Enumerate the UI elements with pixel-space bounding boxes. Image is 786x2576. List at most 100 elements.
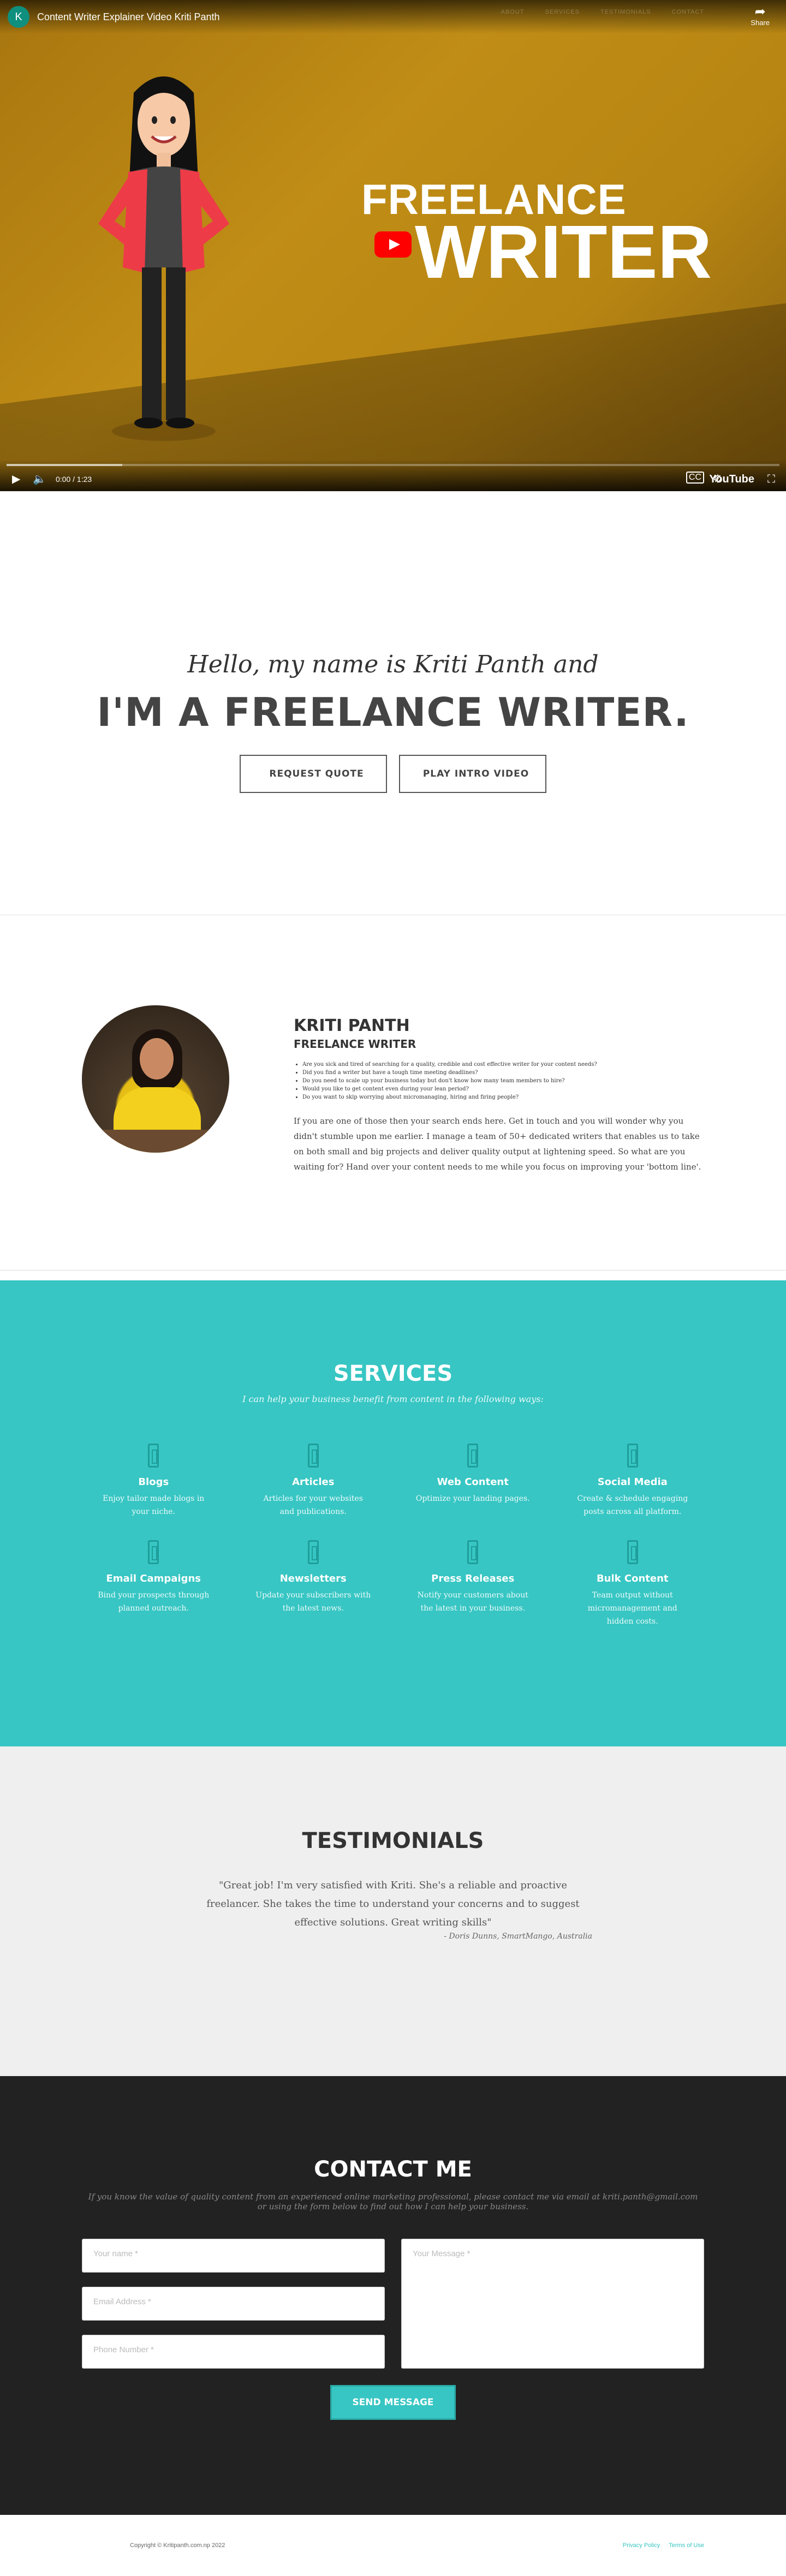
testimonials-title: TESTIMONIALS [302,1828,484,1853]
cartoon-writer-illustration [98,76,229,441]
service-title: Social Media [597,1476,668,1488]
list-item: Do you want to skip worrying about micro… [302,1093,708,1101]
captions-icon[interactable]: CC [686,472,704,484]
nav-item-about[interactable]: ABOUT [501,9,525,15]
service-desc: Enjoy tailor made blogs in your niche. [103,1494,205,1516]
service-desc: Team output without micromanagement and … [587,1591,677,1626]
service-desc: Update your subscribers with the latest … [255,1591,371,1613]
list-item: Did you find a writer but have a tough t… [302,1069,708,1077]
service-desc: Articles for your websites and publicati… [263,1494,363,1516]
service-card-articles: Articles Articles for your websites and … [234,1444,394,1518]
intro-section: Hello, my name is Kriti Panth and I'M A … [0,491,786,915]
mobile-icon [467,1444,479,1468]
service-card-blogs: Blogs Enjoy tailor made blogs in your ni… [74,1444,234,1518]
footer-links: Privacy Policy Terms of Use [623,2542,704,2549]
send-message-button[interactable]: SEND MESSAGE [330,2385,456,2420]
about-question-list: Are you sick and tired of searching for … [302,1060,708,1101]
video-progress-bar[interactable] [7,464,779,466]
service-desc: Create & schedule engaging posts across … [577,1494,688,1516]
nav-item-contact[interactable]: CONTACT [672,9,704,15]
mobile-icon [307,1444,319,1468]
service-title: Newsletters [279,1573,347,1584]
video-topbar: K Content Writer Explainer Video Kriti P… [0,0,786,34]
share-label: Share [751,19,770,27]
video-progress-fill [7,464,123,466]
service-title: Web Content [437,1476,509,1488]
service-card-press-releases: Press Releases Notify your customers abo… [393,1540,553,1628]
service-title: Email Campaigns [106,1573,201,1584]
about-paragraph: If you are one of those then your search… [294,1116,701,1172]
about-section: KRITI PANTH FREELANCE WRITER Are you sic… [0,915,786,1271]
service-card-email-campaigns: Email Campaigns Bind your prospects thro… [74,1540,234,1628]
privacy-policy-link[interactable]: Privacy Policy [623,2542,660,2549]
request-quote-button[interactable]: REQUEST QUOTE [240,755,387,793]
list-item: Would you like to get content even durin… [302,1085,708,1093]
video-time: 0:00 / 1:23 [56,475,92,484]
list-item: Do you need to scale up your business to… [302,1077,708,1085]
about-text: KRITI PANTH FREELANCE WRITER Are you sic… [294,1016,708,1174]
testimonial-author: - Doris Dunns, SmartMango, Australia [444,1932,592,1941]
list-item: Are you sick and tired of searching for … [302,1060,708,1069]
photo-face [140,1038,174,1080]
footer: Copyright © Kritipanth.com.np 2022 Priva… [0,2515,786,2576]
mobile-icon [627,1540,638,1564]
intro-subtitle: Hello, my name is Kriti Panth and [187,651,599,678]
play-intro-video-button[interactable]: PLAY INTRO VIDEO [399,755,546,793]
copyright-text: Copyright © Kritipanth.com.np 2022 [130,2542,225,2549]
video-title-link[interactable]: Content Writer Explainer Video Kriti Pan… [37,11,220,23]
service-desc: Notify your customers about the latest i… [417,1591,528,1613]
intro-title: I'M A FREELANCE WRITER. [97,689,689,735]
email-field[interactable]: Email Address * [82,2287,385,2321]
service-card-newsletters: Newsletters Update your subscribers with… [234,1540,394,1628]
service-card-social-media: Social Media Create & schedule engaging … [553,1444,713,1518]
service-card-bulk-content: Bulk Content Team output without microma… [553,1540,713,1628]
service-title: Blogs [138,1476,169,1488]
services-section: SERVICES I can help your business benefi… [0,1280,786,1746]
about-role: FREELANCE WRITER [294,1037,416,1051]
intro-buttons: REQUEST QUOTE PLAY INTRO VIDEO [0,755,786,793]
services-title: SERVICES [333,1361,453,1386]
service-title: Bulk Content [596,1573,669,1584]
message-field[interactable]: Your Message * [401,2239,704,2369]
contact-title: CONTACT ME [314,2157,472,2182]
testimonial-quote: "Great job! I'm very satisfied with Krit… [206,1880,580,1928]
youtube-play-icon[interactable] [374,231,412,258]
contact-form: Your name * Email Address * Phone Number… [82,2239,704,2369]
service-title: Articles [292,1476,335,1488]
video-player[interactable]: FREELANCE WRITER K Content Writer Explai… [0,0,786,491]
service-card-web-content: Web Content Optimize your landing pages. [393,1444,553,1518]
play-intro-video-label: PLAY INTRO VIDEO [422,768,529,779]
fullscreen-icon[interactable]: ⛶ [767,473,775,486]
terms-of-use-link[interactable]: Terms of Use [669,2542,704,2549]
nav-item-testimonials[interactable]: TESTIMONIALS [600,9,651,15]
nav-item-services[interactable]: SERVICES [545,9,580,15]
volume-icon[interactable]: 🔈 [33,472,46,486]
channel-avatar[interactable]: K [8,6,29,28]
testimonials-section: TESTIMONIALS "Great job! I'm very satisf… [0,1746,786,2076]
service-title: Press Releases [431,1573,515,1584]
about-name: KRITI PANTH [294,1016,410,1035]
mobile-icon [148,1444,159,1468]
video-controls-bar: ▶ 🔈 0:00 / 1:23 CC ⚙ YouTube ⛶ [0,460,786,491]
video-headline-writer: WRITER [415,210,712,294]
share-arrow-icon: ➦ [754,4,766,19]
service-desc: Bind your prospects through planned outr… [98,1591,210,1613]
faded-site-nav: ABOUT SERVICES TESTIMONIALS CONTACT [501,9,704,15]
request-quote-label: REQUEST QUOTE [269,768,364,779]
mobile-icon [148,1540,159,1564]
play-icon[interactable]: ▶ [12,472,20,486]
name-field[interactable]: Your name * [82,2239,385,2273]
services-subtitle: I can help your business benefit from co… [242,1394,544,1404]
mobile-icon [627,1444,638,1468]
youtube-logo[interactable]: YouTube [709,473,754,486]
share-button[interactable]: ➦ Share [751,5,770,27]
services-grid: Blogs Enjoy tailor made blogs in your ni… [74,1444,712,1628]
photo-desk [82,1130,229,1153]
service-desc: Optimize your landing pages. [415,1494,530,1503]
phone-field[interactable]: Phone Number * [82,2335,385,2369]
contact-subtitle: If you know the value of quality content… [88,2192,698,2211]
mobile-icon [307,1540,319,1564]
profile-photo [82,1005,229,1153]
mobile-icon [467,1540,479,1564]
contact-fields: Your name * Email Address * Phone Number… [82,2239,385,2369]
